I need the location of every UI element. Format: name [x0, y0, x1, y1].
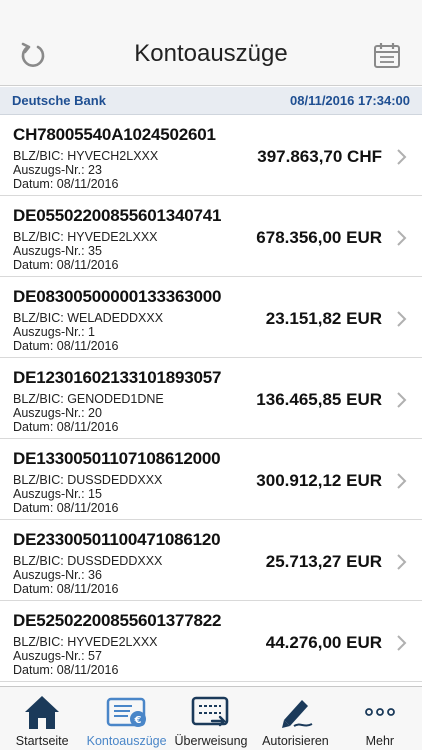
statement-number: Auszugs-Nr.: 1: [13, 325, 95, 339]
statement-row[interactable]: DE52502200855601377822 BLZ/BIC: HYVEDE2L…: [0, 601, 422, 682]
statement-number: Auszugs-Nr.: 36: [13, 568, 102, 582]
statement-amount: 397.863,70 CHF: [257, 147, 382, 166]
statement-bic: BLZ/BIC: HYVEDE2LXXX: [13, 635, 158, 649]
signature-icon: [282, 700, 313, 728]
more-icon: [364, 708, 395, 716]
page-title: Kontoauszüge: [134, 40, 288, 67]
statement-bic: BLZ/BIC: WELADEDDXXX: [13, 311, 164, 325]
home-icon: [25, 696, 60, 729]
statement-bic: BLZ/BIC: DUSSDEDDXXX: [13, 554, 163, 568]
bank-name: Deutsche Bank: [12, 93, 106, 108]
tab-label: Startseite: [15, 734, 69, 748]
statement-list: CH78005540A1024502601 BLZ/BIC: HYVECH2LX…: [0, 115, 422, 686]
statement-amount: 136.465,85 EUR: [256, 390, 382, 409]
statement-row[interactable]: DE12301602133101893057 BLZ/BIC: GENODED1…: [0, 358, 422, 439]
section-datetime: 08/11/2016 17:34:00: [290, 93, 410, 108]
statement-amount: 300.912,12 EUR: [256, 471, 382, 490]
statement-icon: €: [106, 697, 146, 727]
chevron-right-icon: [397, 554, 407, 570]
chevron-right-icon: [397, 635, 407, 651]
tab-ueberweisung[interactable]: Überweisung: [169, 687, 253, 750]
statement-date: Datum: 08/11/2016: [13, 582, 119, 596]
tab-bar: Startseite € Kontoauszüge Überweisung Au…: [0, 686, 422, 750]
statement-amount: 25.713,27 EUR: [265, 552, 382, 571]
statement-row[interactable]: DE05502200855601340741 BLZ/BIC: HYVEDE2L…: [0, 196, 422, 277]
statement-row[interactable]: CH78005540A1024502601 BLZ/BIC: HYVECH2LX…: [0, 115, 422, 196]
statement-iban: DE12301602133101893057: [13, 368, 222, 387]
statement-row[interactable]: DE08300500000133363000 BLZ/BIC: WELADEDD…: [0, 277, 422, 358]
statement-iban: CH78005540A1024502601: [13, 125, 216, 144]
statement-number: Auszugs-Nr.: 23: [13, 163, 102, 177]
tab-label: Autorisieren: [262, 734, 329, 748]
navigation-bar: Kontoauszüge: [0, 0, 422, 86]
tab-kontoauszuege[interactable]: € Kontoauszüge: [84, 687, 168, 750]
statement-date: Datum: 08/11/2016: [13, 339, 119, 353]
statement-amount: 678.356,00 EUR: [256, 228, 382, 247]
statement-bic: BLZ/BIC: HYVECH2LXXX: [13, 149, 159, 163]
tab-mehr[interactable]: Mehr: [338, 687, 422, 750]
statement-iban: DE13300501107108612000: [13, 449, 221, 468]
statement-date: Datum: 08/11/2016: [13, 501, 119, 515]
statement-number: Auszugs-Nr.: 35: [13, 244, 102, 258]
chevron-right-icon: [397, 149, 407, 165]
statement-amount: 44.276,00 EUR: [265, 633, 382, 652]
calendar-icon: [374, 43, 400, 68]
statement-bic: BLZ/BIC: HYVEDE2LXXX: [13, 230, 158, 244]
statement-iban: DE23300501100471086120: [13, 530, 221, 549]
statement-date: Datum: 08/11/2016: [13, 177, 119, 191]
chevron-right-icon: [397, 230, 407, 246]
svg-text:€: €: [133, 715, 141, 726]
statement-iban: DE08300500000133363000: [13, 287, 222, 306]
tab-label: Überweisung: [174, 734, 248, 748]
tab-startseite[interactable]: Startseite: [0, 687, 84, 750]
statement-number: Auszugs-Nr.: 57: [13, 649, 102, 663]
statement-date: Datum: 08/11/2016: [13, 663, 119, 677]
statement-date: Datum: 08/11/2016: [13, 258, 119, 272]
statement-row[interactable]: DE13300501107108612000 BLZ/BIC: DUSSDEDD…: [0, 439, 422, 520]
chevron-right-icon: [397, 392, 407, 408]
chevron-right-icon: [397, 311, 407, 327]
chevron-right-icon: [397, 473, 407, 489]
statement-date: Datum: 08/11/2016: [13, 420, 119, 434]
tab-label: Kontoauszüge: [86, 734, 167, 748]
tab-autorisieren[interactable]: Autorisieren: [253, 687, 337, 750]
statement-row[interactable]: DE23300501100471086120 BLZ/BIC: DUSSDEDD…: [0, 520, 422, 601]
statement-iban: DE52502200855601377822: [13, 611, 222, 630]
tab-label: Mehr: [365, 734, 395, 748]
statement-bic: BLZ/BIC: GENODED1DNE: [13, 392, 164, 406]
statement-bic: BLZ/BIC: DUSSDEDDXXX: [13, 473, 163, 487]
statement-amount: 23.151,82 EUR: [265, 309, 382, 328]
calendar-button[interactable]: [370, 38, 404, 72]
statement-number: Auszugs-Nr.: 15: [13, 487, 102, 501]
transfer-icon: [191, 696, 229, 727]
statement-iban: DE05502200855601340741: [13, 206, 222, 225]
section-header: Deutsche Bank 08/11/2016 17:34:00: [0, 87, 422, 115]
statement-number: Auszugs-Nr.: 20: [13, 406, 102, 420]
